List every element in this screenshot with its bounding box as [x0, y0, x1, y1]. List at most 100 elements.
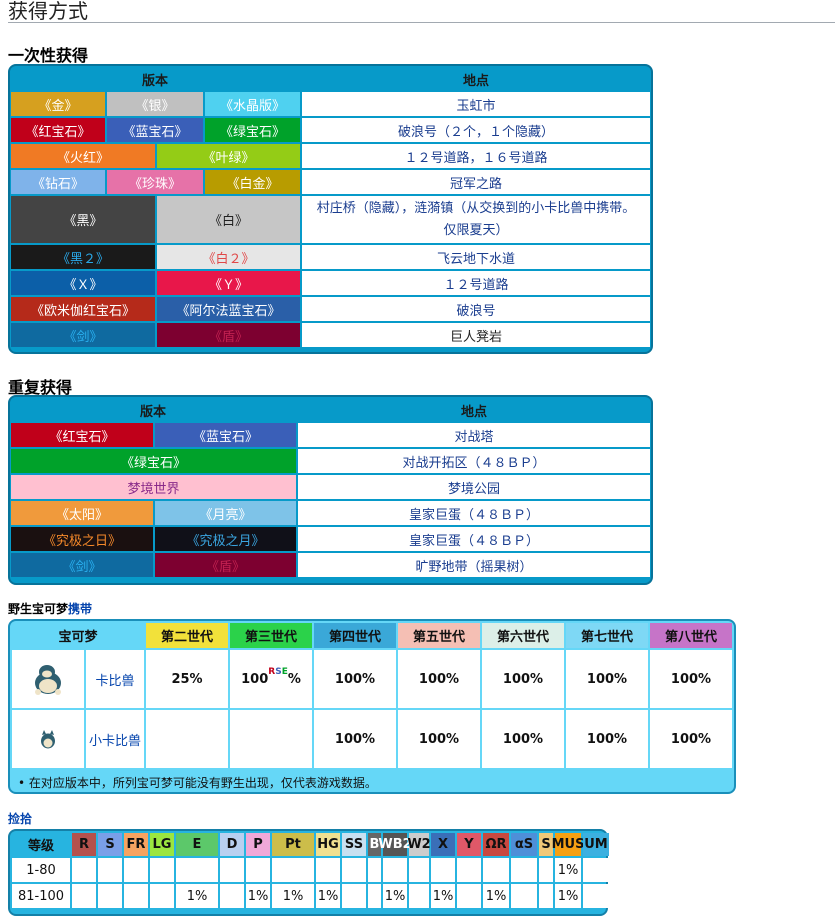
- version-sun[interactable]: 《太阳》: [11, 501, 153, 525]
- version-black2[interactable]: 《黑２》: [11, 245, 155, 269]
- location-cell[interactable]: 皇家巨蛋（４８ＢＰ）: [298, 501, 650, 525]
- version-white2[interactable]: 《白２》: [157, 245, 300, 269]
- version-shield[interactable]: 《盾》: [155, 553, 296, 577]
- pickup-col-game[interactable]: ΩR: [483, 833, 509, 856]
- pickup-col-game[interactable]: LG: [150, 833, 174, 856]
- pickup-rate: [220, 884, 244, 908]
- pickup-rate: 1%: [316, 884, 340, 908]
- version-diamond[interactable]: 《钻石》: [11, 170, 105, 194]
- version-ruby[interactable]: 《红宝石》: [11, 423, 153, 447]
- pickup-rate: [272, 858, 314, 882]
- pickup-col-game[interactable]: WB2: [378, 833, 412, 856]
- version-white[interactable]: 《白》: [157, 196, 300, 243]
- pickup-col-game[interactable]: Pt: [272, 833, 314, 856]
- pickup-col-game[interactable]: R: [72, 833, 96, 856]
- col-pokemon: 宝可梦: [12, 623, 144, 648]
- version-y[interactable]: 《Ｙ》: [157, 271, 300, 295]
- pickup-col-game[interactable]: HG: [316, 833, 340, 856]
- pickup-rate: [368, 858, 381, 882]
- repeat-col-version: 版本: [139, 404, 166, 420]
- pickup-col-game[interactable]: Y: [457, 833, 481, 856]
- pickup-rate: [539, 858, 553, 882]
- version-shield[interactable]: 《盾》: [157, 323, 300, 347]
- pickup-rate: 1%: [555, 858, 581, 882]
- pickup-col-game[interactable]: P: [246, 833, 270, 856]
- held-rate: 100%: [398, 650, 480, 708]
- location-cell[interactable]: 村庄桥（隐藏），涟漪镇（从交换到的小卡比兽中携带。仅限夏天）: [302, 196, 650, 243]
- pickup-rate: [511, 858, 537, 882]
- pickup-col-game[interactable]: SS: [342, 833, 366, 856]
- location-cell[interactable]: １２号道路: [302, 271, 650, 295]
- pokemon-link[interactable]: 卡比兽: [86, 650, 144, 708]
- repeat-col-location: 地点: [460, 404, 487, 420]
- location-cell[interactable]: 旷野地带（摇果树）: [298, 553, 650, 577]
- pickup-rate: [220, 858, 244, 882]
- pickup-rate: [72, 858, 96, 882]
- location-cell[interactable]: 飞云地下水道: [302, 245, 650, 269]
- version-x[interactable]: 《Ｘ》: [11, 271, 155, 295]
- pickup-rate: 1%: [431, 884, 455, 908]
- location-cell[interactable]: 冠军之路: [302, 170, 650, 194]
- pickup-col-game[interactable]: MUS: [552, 833, 584, 856]
- pickup-col-game[interactable]: FR: [124, 833, 148, 856]
- version-ruby[interactable]: 《红宝石》: [11, 118, 105, 142]
- col-gen2[interactable]: 第二世代: [146, 623, 228, 648]
- pickup-title[interactable]: 捡拾: [8, 810, 32, 827]
- col-gen5[interactable]: 第五世代: [398, 623, 480, 648]
- pickup-rate: [483, 858, 509, 882]
- version-silver[interactable]: 《银》: [107, 92, 203, 116]
- col-gen6[interactable]: 第六世代: [482, 623, 564, 648]
- version-emerald[interactable]: 《绿宝石》: [11, 449, 296, 473]
- pickup-rate: [342, 884, 366, 908]
- held-rate-suffix: %: [287, 671, 301, 687]
- wild-title-link[interactable]: 携带: [68, 602, 92, 616]
- snorlax-icon[interactable]: [12, 650, 84, 708]
- col-gen3[interactable]: 第三世代: [230, 623, 312, 648]
- pickup-rate: [246, 858, 270, 882]
- pickup-col-game[interactable]: W2: [407, 833, 431, 856]
- version-platinum[interactable]: 《白金》: [205, 170, 300, 194]
- location-cell[interactable]: 对战塔: [298, 423, 650, 447]
- pickup-col-game[interactable]: αS: [511, 833, 537, 856]
- location-cell[interactable]: 皇家巨蛋（４８ＢＰ）: [298, 527, 650, 551]
- location-cell[interactable]: 对战开拓区（４８ＢＰ）: [298, 449, 650, 473]
- pickup-rate: [150, 858, 174, 882]
- version-sapphire[interactable]: 《蓝宝石》: [155, 423, 296, 447]
- wild-title: 野生宝可梦携带: [8, 600, 92, 617]
- version-pearl[interactable]: 《珍珠》: [107, 170, 203, 194]
- col-gen4[interactable]: 第四世代: [314, 623, 396, 648]
- location-cell[interactable]: 破浪号: [302, 297, 650, 321]
- held-rate-value: 100: [241, 671, 269, 687]
- pickup-col-game[interactable]: S: [98, 833, 122, 856]
- version-dream-world[interactable]: 梦境世界: [11, 475, 296, 499]
- pickup-col-game[interactable]: UM: [583, 833, 609, 856]
- munchlax-icon[interactable]: [12, 710, 84, 768]
- version-firered[interactable]: 《火红》: [11, 144, 155, 168]
- version-sword[interactable]: 《剑》: [11, 553, 153, 577]
- location-cell[interactable]: 玉虹市: [302, 92, 650, 116]
- col-gen8[interactable]: 第八世代: [650, 623, 732, 648]
- version-crystal[interactable]: 《水晶版》: [205, 92, 300, 116]
- pickup-rate: [383, 858, 407, 882]
- version-black[interactable]: 《黑》: [11, 196, 155, 243]
- location-cell[interactable]: 梦境公园: [298, 475, 650, 499]
- version-ultra-sun[interactable]: 《究极之日》: [11, 527, 153, 551]
- pickup-col-game[interactable]: X: [431, 833, 455, 856]
- version-ultra-moon[interactable]: 《究极之月》: [155, 527, 296, 551]
- version-sapphire[interactable]: 《蓝宝石》: [107, 118, 203, 142]
- version-alpha-sapphire[interactable]: 《阿尔法蓝宝石》: [157, 297, 300, 321]
- col-gen7[interactable]: 第七世代: [566, 623, 648, 648]
- version-leafgreen[interactable]: 《叶绿》: [157, 144, 300, 168]
- version-gold[interactable]: 《金》: [11, 92, 105, 116]
- pokemon-link[interactable]: 小卡比兽: [86, 710, 144, 768]
- version-emerald[interactable]: 《绿宝石》: [205, 118, 300, 142]
- pickup-rate: [431, 858, 455, 882]
- version-sword[interactable]: 《剑》: [11, 323, 155, 347]
- once-col-version: 版本: [141, 73, 168, 89]
- version-moon[interactable]: 《月亮》: [155, 501, 296, 525]
- pickup-col-game[interactable]: D: [220, 833, 244, 856]
- pickup-col-game[interactable]: E: [176, 833, 218, 856]
- held-rate: 25%: [146, 650, 228, 708]
- location-cell[interactable]: １２号道路，１６号道路: [302, 144, 650, 168]
- version-omega-ruby[interactable]: 《欧米伽红宝石》: [11, 297, 155, 321]
